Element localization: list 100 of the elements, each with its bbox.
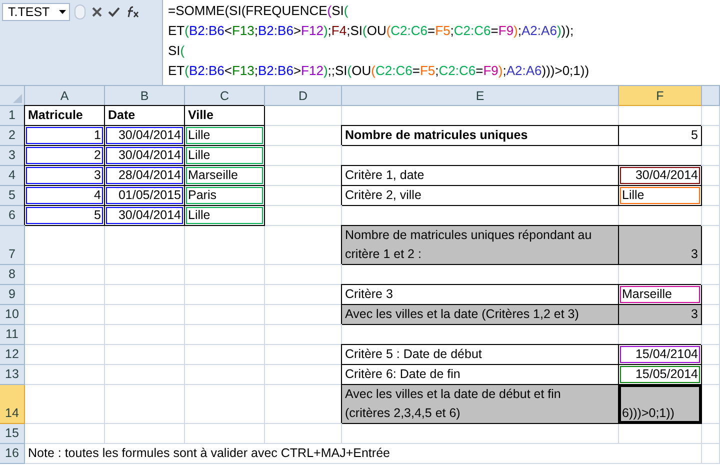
grid-cell[interactable] [702,265,720,285]
table-cell[interactable]: 01/05/2015 [105,186,185,206]
table-cell[interactable]: 5 [25,206,105,226]
grid-cell[interactable] [702,186,720,206]
grid-cell[interactable] [265,106,342,126]
table-cell[interactable]: Marseille [619,285,702,305]
column-header[interactable]: F [619,86,702,106]
grid-cell[interactable] [702,285,720,305]
grid-cell[interactable] [185,305,265,325]
grid-cell[interactable] [25,285,105,305]
grid-cell[interactable] [105,226,185,265]
grid-cell[interactable] [702,206,720,226]
row-header[interactable]: 7 [0,226,25,265]
grid-cell[interactable] [105,285,185,305]
table-cell[interactable]: 30/04/2014 [105,146,185,166]
table-cell[interactable]: Critère 5 : Date de début [342,345,619,365]
grid-cell[interactable] [702,385,720,424]
table-cell[interactable]: Date [105,106,185,126]
grid-cell[interactable] [25,424,105,444]
table-cell[interactable]: 3 [25,166,105,186]
table-cell[interactable]: Critère 1, date [342,166,619,186]
table-cell[interactable]: 15/04/2104 [619,345,702,365]
table-cell[interactable]: Lille [619,186,702,206]
row-header[interactable]: 3 [0,146,25,166]
table-cell[interactable]: Nombre de matricules uniques répondant au critère 1 et 2 : [342,226,619,265]
splitter-icon[interactable] [74,4,86,20]
grid-cell[interactable] [185,424,265,444]
grid-cell[interactable] [185,265,265,285]
table-cell[interactable]: Ville [185,106,265,126]
grid-cell[interactable] [702,444,720,464]
grid-cell[interactable] [185,325,265,345]
column-header[interactable]: A [25,86,105,106]
grid-cell[interactable] [702,305,720,325]
row-header[interactable]: 6 [0,206,25,226]
table-cell[interactable]: Lille [185,146,265,166]
grid-cell[interactable] [25,385,105,424]
grid-cell[interactable] [25,226,105,265]
row-header[interactable]: 14 [0,385,25,424]
table-cell[interactable]: Paris [185,186,265,206]
table-cell[interactable]: 30/04/2014 [105,206,185,226]
grid-cell[interactable] [105,325,185,345]
grid-cell[interactable] [25,365,105,385]
row-header[interactable]: 5 [0,186,25,206]
grid-cell[interactable] [342,424,619,444]
grid-cell[interactable] [185,226,265,265]
grid-cell[interactable] [265,424,342,444]
table-cell[interactable]: 28/04/2014 [105,166,185,186]
grid-cell[interactable] [185,285,265,305]
grid-cell[interactable] [25,265,105,285]
grid-cell[interactable] [702,325,720,345]
table-cell[interactable]: Avec les villes et la date (Critères 1,2 et 3) [342,305,619,325]
table-cell[interactable]: 1 [25,126,105,146]
table-cell[interactable]: Avec les villes et la date de début et fin (critères 2,3,4,5 et 6) [342,385,619,424]
table-cell[interactable]: 4 [25,186,105,206]
grid-cell[interactable] [702,146,720,166]
row-header[interactable]: 16 [0,444,25,464]
table-cell[interactable]: Lille [185,126,265,146]
table-cell[interactable]: Lille [185,206,265,226]
table-cell[interactable]: 30/04/2014 [105,126,185,146]
grid-cell[interactable] [265,265,342,285]
grid-cell[interactable] [25,345,105,365]
grid-cell[interactable] [702,345,720,365]
row-header[interactable]: 13 [0,365,25,385]
column-header[interactable]: E [342,86,619,106]
table-cell[interactable]: 30/04/2014 [619,166,702,186]
row-header[interactable]: 9 [0,285,25,305]
table-cell[interactable]: 3 [619,305,702,325]
grid-cell[interactable] [105,385,185,424]
table-cell[interactable]: Marseille [185,166,265,186]
column-header[interactable]: C [185,86,265,106]
check-icon[interactable] [108,7,120,17]
grid-cell[interactable] [185,345,265,365]
table-cell[interactable]: 6)))>0;1)) [619,385,702,424]
row-header[interactable]: 12 [0,345,25,365]
grid-cell[interactable] [105,345,185,365]
row-header[interactable]: 1 [0,106,25,126]
row-header[interactable]: 11 [0,325,25,345]
row-header[interactable]: 15 [0,424,25,444]
grid-cell[interactable] [702,106,720,126]
column-header[interactable]: B [105,86,185,106]
grid-cell[interactable] [702,166,720,186]
grid-cell[interactable] [702,424,720,444]
table-cell[interactable]: Matricule [25,106,105,126]
grid-cell[interactable] [185,365,265,385]
grid-cell[interactable] [105,424,185,444]
row-header[interactable]: 8 [0,265,25,285]
grid-cell[interactable] [702,126,720,146]
table-cell[interactable]: Critère 2, ville [342,186,619,206]
grid-cell[interactable] [105,305,185,325]
grid-cell[interactable] [702,226,720,265]
grid-cell[interactable] [265,146,342,166]
formula-field[interactable]: =SOMME(SI(FREQUENCE(SI( ET(B2:B6<F13;B2:B6>F12);F4;SI(OU(C2:C6=F5;C2:C6=F9);A2:A6))); SI( ET(B2:B6<F13;B2:B6>F12);;SI(OU(C2:C6=F5;C2:C6=F9);A2:A6)))>0;1)) [162,0,720,85]
name-box[interactable]: T.TEST [2,3,70,21]
table-cell[interactable]: Note : toutes les formules sont à valider avec CTRL+MAJ+Entrée [25,444,702,464]
grid-cell[interactable] [25,305,105,325]
row-header[interactable]: 4 [0,166,25,186]
table-cell[interactable]: 3 [619,226,702,265]
column-header[interactable] [702,86,720,106]
select-all-button[interactable] [0,86,25,106]
cancel-icon[interactable] [92,7,102,17]
